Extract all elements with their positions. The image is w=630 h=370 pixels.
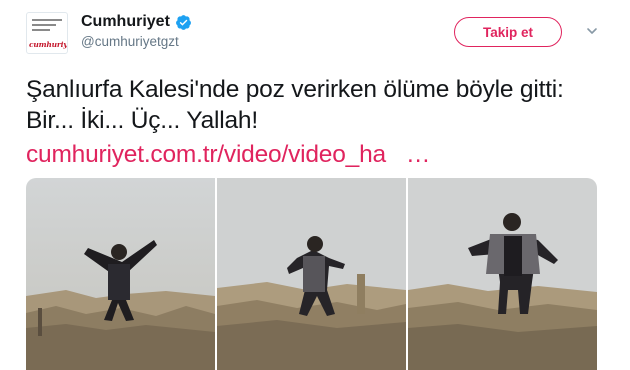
video-frame-1 [26,178,215,370]
avatar-logo-text: cumhuriyet [29,40,68,49]
tweet-link[interactable]: cumhuriyet.com.tr/video/video_ha … [26,139,606,170]
tweet-link-url[interactable]: cumhuriyet.com.tr/video/video_ha [26,141,386,168]
newspaper-icon [32,19,62,34]
tweet-header: cumhuriyet Cumhuriyet @cumhuriyetgzt Tak… [26,12,616,56]
tweet-text: Şanlıurfa Kalesi'nde poz verirken ölüme … [26,76,564,134]
media-video-preview[interactable] [26,178,597,370]
verified-badge-icon [175,14,192,31]
account-names: Cumhuriyet @cumhuriyetgzt [81,13,192,49]
video-frame-3 [408,178,597,370]
display-name[interactable]: Cumhuriyet [81,13,170,31]
handle[interactable]: @cumhuriyetgzt [81,34,192,49]
follow-button[interactable]: Takip et [454,17,562,47]
tweet-link-ellipsis: … [405,141,431,168]
video-frame-2 [217,178,406,370]
avatar[interactable]: cumhuriyet [26,12,68,54]
chevron-down-icon[interactable] [585,24,599,43]
